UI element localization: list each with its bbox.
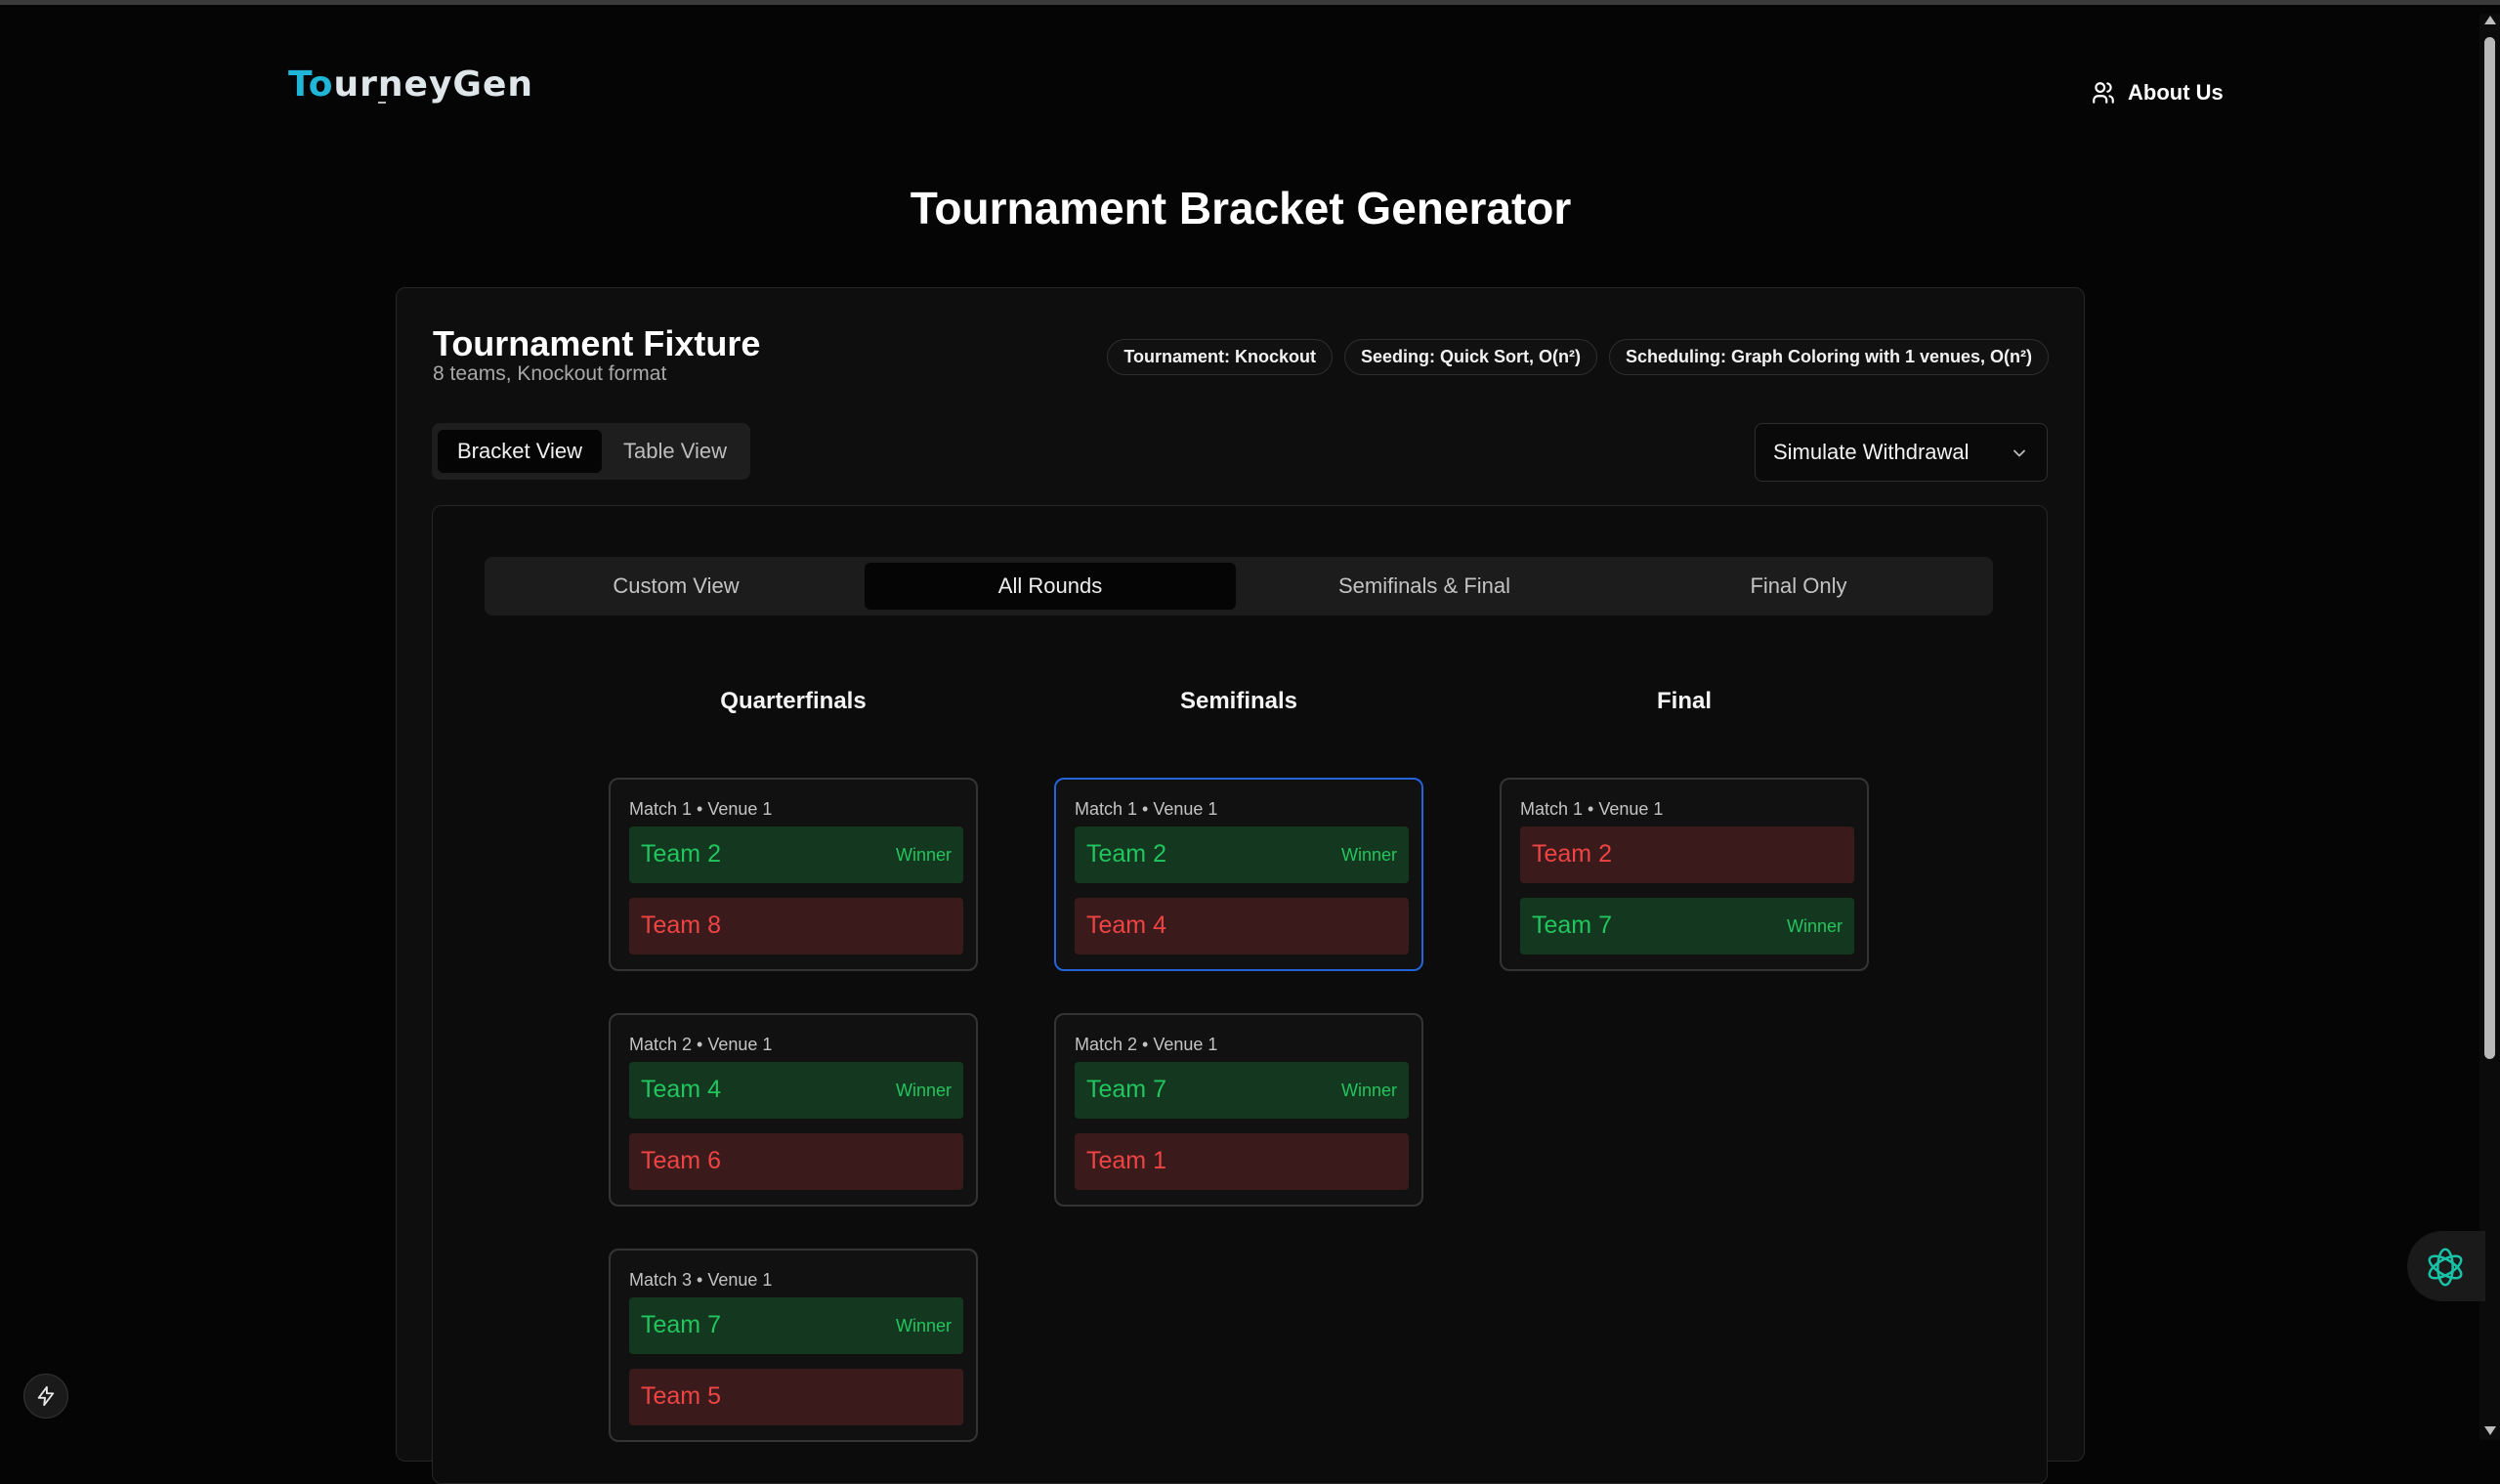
scheduling-badge: Scheduling: Graph Coloring with 1 venues…	[1608, 339, 2049, 375]
team-slot-loser[interactable]: Team 2	[1520, 827, 1854, 883]
match-header: Match 2 • Venue 1	[1075, 1035, 1218, 1054]
winner-tag: Winner	[1340, 1081, 1397, 1100]
seeding-badge: Seeding: Quick Sort, O(n²)	[1343, 339, 1597, 375]
team-slot-winner[interactable]: Team 7 Winner	[1520, 898, 1854, 954]
simulate-withdrawal-select[interactable]: Simulate Withdrawal	[1755, 423, 2048, 482]
team-name: Team 8	[641, 912, 721, 939]
tab-semifinals-final[interactable]: Semifinals & Final	[1239, 563, 1610, 610]
match-card[interactable]: Match 2 • Venue 1 Team 4 Winner Team 6	[609, 1013, 978, 1207]
match-header: Match 2 • Venue 1	[629, 1035, 773, 1054]
team-slot-loser[interactable]: Team 4	[1075, 898, 1409, 954]
team-name: Team 6	[641, 1147, 721, 1174]
round-header-quarterfinals: Quarterfinals	[720, 688, 867, 714]
window-top-border	[0, 0, 2500, 5]
logo-accent-text: To	[288, 64, 334, 105]
scroll-down-arrow-icon[interactable]	[2484, 1426, 2496, 1435]
fixture-subtitle: 8 teams, Knockout format	[433, 362, 667, 385]
bracket-view-tab[interactable]: Bracket View	[438, 430, 602, 473]
tab-all-rounds[interactable]: All Rounds	[865, 563, 1236, 610]
scroll-up-arrow-icon[interactable]	[2484, 16, 2496, 24]
tournament-type-badge: Tournament: Knockout	[1107, 339, 1333, 375]
about-us-link[interactable]: About Us	[2091, 80, 2224, 106]
team-name: Team 7	[641, 1311, 721, 1338]
team-name: Team 4	[1086, 912, 1166, 939]
winner-tag: Winner	[895, 845, 952, 865]
team-name: Team 2	[641, 840, 721, 868]
team-slot-winner[interactable]: Team 7 Winner	[1075, 1062, 1409, 1119]
table-view-tab[interactable]: Table View	[608, 430, 742, 473]
winner-tag: Winner	[1340, 845, 1397, 865]
team-slot-loser[interactable]: Team 6	[629, 1133, 963, 1190]
match-card[interactable]: Match 1 • Venue 1 Team 2 Winner Team 8	[609, 778, 978, 971]
match-card[interactable]: Match 3 • Venue 1 Team 7 Winner Team 5	[609, 1249, 978, 1442]
team-name: Team 2	[1532, 840, 1612, 868]
tournament-fixture-card: Tournament Fixture 8 teams, Knockout for…	[396, 287, 2085, 1484]
about-us-label: About Us	[2128, 80, 2224, 105]
team-slot-winner[interactable]: Team 7 Winner	[629, 1297, 963, 1354]
fixture-title: Tournament Fixture	[433, 323, 761, 363]
round-filter-tabs: Custom View All Rounds Semifinals & Fina…	[485, 557, 1993, 615]
team-name: Team 7	[1086, 1076, 1166, 1103]
users-icon	[2093, 82, 2114, 104]
chevron-down-icon	[2013, 449, 2025, 457]
match-card[interactable]: Match 1 • Venue 1 Team 2 Team 7 Winner	[1500, 778, 1869, 971]
match-card-highlighted[interactable]: Match 1 • Venue 1 Team 2 Winner Team 4	[1054, 778, 1423, 971]
ai-assistant-button[interactable]	[2407, 1231, 2485, 1301]
team-slot-winner[interactable]: Team 2 Winner	[629, 827, 963, 883]
team-name: Team 4	[641, 1076, 721, 1103]
team-name: Team 5	[641, 1382, 721, 1410]
team-slot-winner[interactable]: Team 4 Winner	[629, 1062, 963, 1119]
match-card[interactable]: Match 2 • Venue 1 Team 7 Winner Team 1	[1054, 1013, 1423, 1207]
match-header: Match 1 • Venue 1	[1520, 799, 1664, 819]
match-header: Match 1 • Venue 1	[629, 799, 773, 819]
team-name: Team 2	[1086, 840, 1166, 868]
match-header: Match 3 • Venue 1	[629, 1270, 773, 1290]
winner-tag: Winner	[895, 1081, 952, 1100]
team-slot-loser[interactable]: Team 5	[629, 1369, 963, 1425]
tab-custom-view[interactable]: Custom View	[490, 563, 862, 610]
openai-assistant-icon	[2428, 1248, 2463, 1287]
fixture-badges: Tournament: Knockout Seeding: Quick Sort…	[1107, 339, 2049, 375]
logo-underline	[378, 102, 386, 104]
devtools-button[interactable]	[23, 1374, 68, 1419]
tab-final-only[interactable]: Final Only	[1613, 563, 1984, 610]
winner-tag: Winner	[895, 1316, 952, 1336]
winner-tag: Winner	[1786, 916, 1843, 936]
team-slot-loser[interactable]: Team 8	[629, 898, 963, 954]
tourneygen-logo[interactable]: TourneyGen	[288, 64, 533, 105]
team-name: Team 7	[1532, 912, 1612, 939]
page-scrollbar[interactable]	[2479, 14, 2500, 1440]
logo-text: urneyGen	[333, 64, 534, 105]
scrollbar-thumb[interactable]	[2484, 37, 2495, 1059]
team-slot-winner[interactable]: Team 2 Winner	[1075, 827, 1409, 883]
simulate-withdrawal-value: Simulate Withdrawal	[1773, 440, 1970, 464]
page-title: Tournament Bracket Generator	[910, 183, 1572, 233]
team-slot-loser[interactable]: Team 1	[1075, 1133, 1409, 1190]
view-toggle: Bracket View Table View	[432, 423, 750, 480]
team-name: Team 1	[1086, 1147, 1166, 1174]
lightning-bolt-icon	[37, 1385, 55, 1407]
round-header-final: Final	[1656, 688, 1712, 714]
round-header-semifinals: Semifinals	[1179, 688, 1298, 714]
bracket-panel: Custom View All Rounds Semifinals & Fina…	[432, 505, 2048, 1484]
match-header: Match 1 • Venue 1	[1075, 799, 1218, 819]
